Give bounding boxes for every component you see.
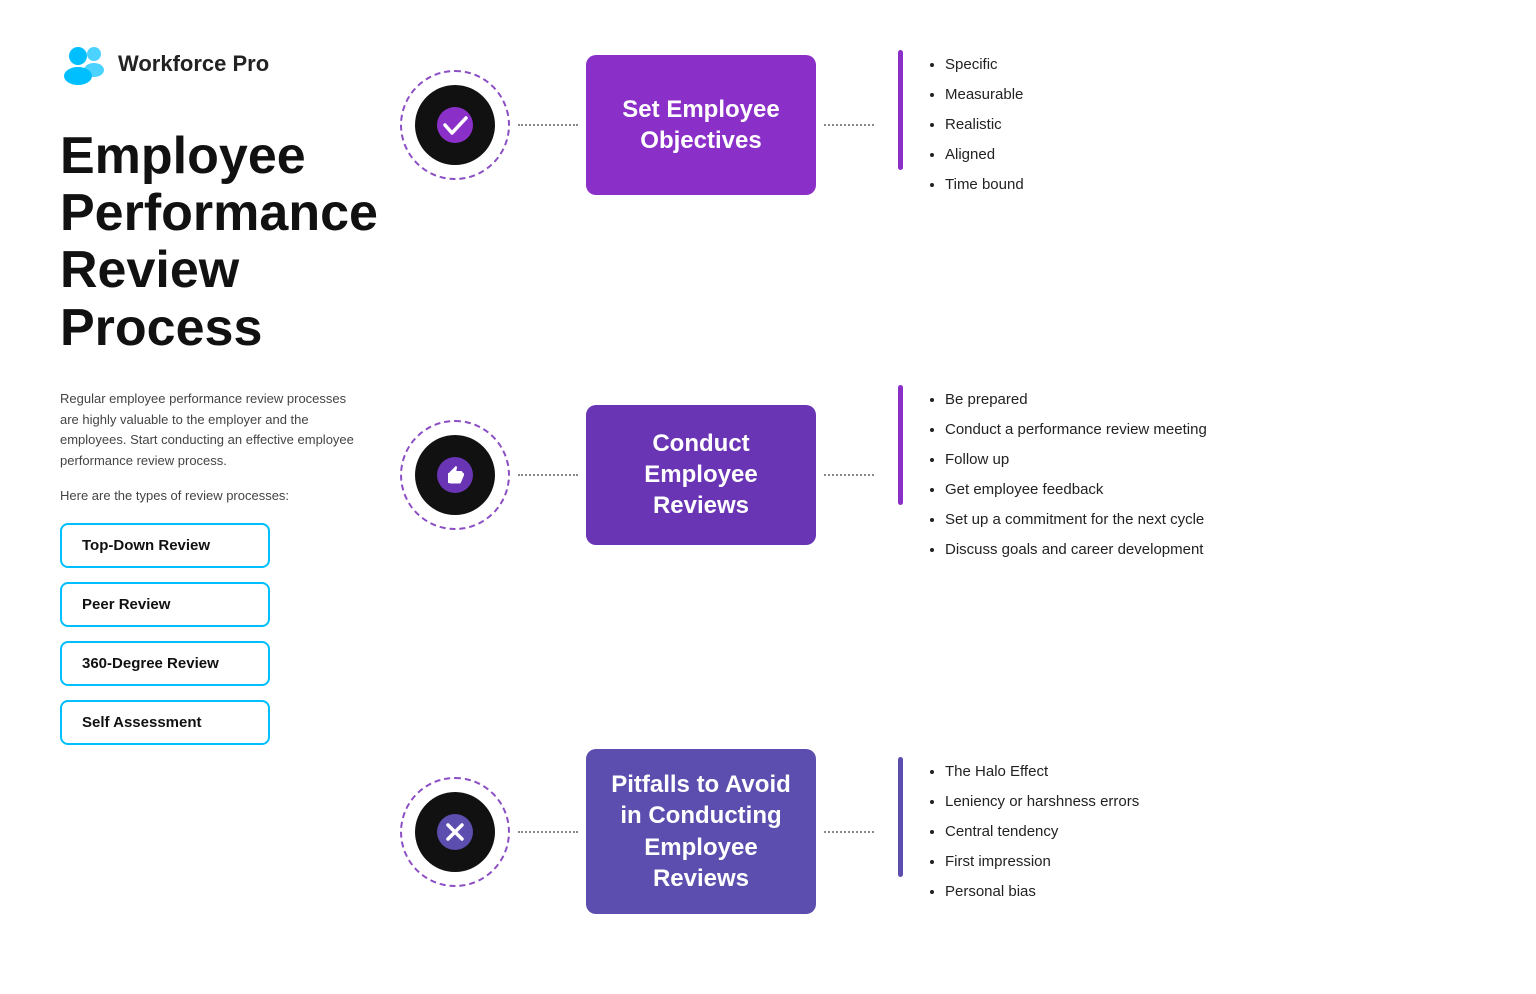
objectives-box-label: Set Employee Objectives [602,94,800,156]
list-item: Leniency or harshness errors [945,787,1139,817]
main-title: Employee Performance Review Process [60,128,360,357]
list-item: Discuss goals and career development [945,535,1207,565]
list-item: Specific [945,50,1024,80]
reviews-box-label: Conduct Employee Reviews [602,428,800,522]
pitfalls-icon-inner [415,792,495,872]
list-item: Central tendency [945,817,1139,847]
list-item: The Halo Effect [945,757,1139,787]
list-item: Personal bias [945,877,1139,907]
logo-icon [60,40,108,88]
pitfalls-box: Pitfalls to Avoid in Conducting Employee… [586,749,816,914]
thumb-up-icon [435,455,475,495]
pitfalls-vertical-bar [898,757,903,877]
process-row-reviews: Conduct Employee Reviews Be prepared Con… [400,385,1476,565]
reviews-dashed-circle [400,420,510,530]
dotted-line-3b [824,831,874,833]
list-item: Get employee feedback [945,475,1207,505]
sidebar: Workforce Pro Employee Performance Revie… [60,40,400,954]
logo-row: Workforce Pro [60,40,360,88]
objectives-list: Specific Measurable Realistic Aligned Ti… [927,50,1024,200]
objectives-dashed-circle [400,70,510,180]
process-row-objectives: Set Employee Objectives Specific Measura… [400,50,1476,200]
dotted-line-1a [518,124,578,126]
objectives-box: Set Employee Objectives [586,55,816,195]
list-item: Conduct a performance review meeting [945,415,1207,445]
objectives-vertical-bar [898,50,903,170]
pitfalls-icon-wrap [400,777,510,887]
review-types-label: Here are the types of review processes: [60,488,360,503]
reviews-icon-wrap [400,420,510,530]
360-degree-review-button[interactable]: 360-Degree Review [60,641,270,686]
objectives-icon-wrap [400,70,510,180]
dotted-line-2b [824,474,874,476]
list-item: Time bound [945,170,1024,200]
check-icon [435,105,475,145]
reviews-icon-inner [415,435,495,515]
process-row-pitfalls: Pitfalls to Avoid in Conducting Employee… [400,749,1476,914]
list-item: Realistic [945,110,1024,140]
reviews-list-section: Be prepared Conduct a performance review… [898,385,1207,565]
description-1: Regular employee performance review proc… [60,389,360,472]
list-item: Be prepared [945,385,1207,415]
list-item: Set up a commitment for the next cycle [945,505,1207,535]
dotted-line-1b [824,124,874,126]
reviews-vertical-bar [898,385,903,505]
pitfalls-box-label: Pitfalls to Avoid in Conducting Employee… [602,769,800,894]
dotted-line-3a [518,831,578,833]
list-item: Measurable [945,80,1024,110]
logo-text: Workforce Pro [118,51,269,77]
reviews-box: Conduct Employee Reviews [586,405,816,545]
objectives-list-section: Specific Measurable Realistic Aligned Ti… [898,50,1024,200]
objectives-icon-inner [415,85,495,165]
list-item: Aligned [945,140,1024,170]
list-item: First impression [945,847,1139,877]
pitfalls-list-section: The Halo Effect Leniency or harshness er… [898,757,1139,907]
list-item: Follow up [945,445,1207,475]
pitfalls-list: The Halo Effect Leniency or harshness er… [927,757,1139,907]
self-assessment-button[interactable]: Self Assessment [60,700,270,745]
dotted-line-2a [518,474,578,476]
pitfalls-dashed-circle [400,777,510,887]
reviews-list: Be prepared Conduct a performance review… [927,385,1207,565]
top-down-review-button[interactable]: Top-Down Review [60,523,270,568]
peer-review-button[interactable]: Peer Review [60,582,270,627]
close-icon [435,812,475,852]
main-content: Set Employee Objectives Specific Measura… [400,40,1476,954]
